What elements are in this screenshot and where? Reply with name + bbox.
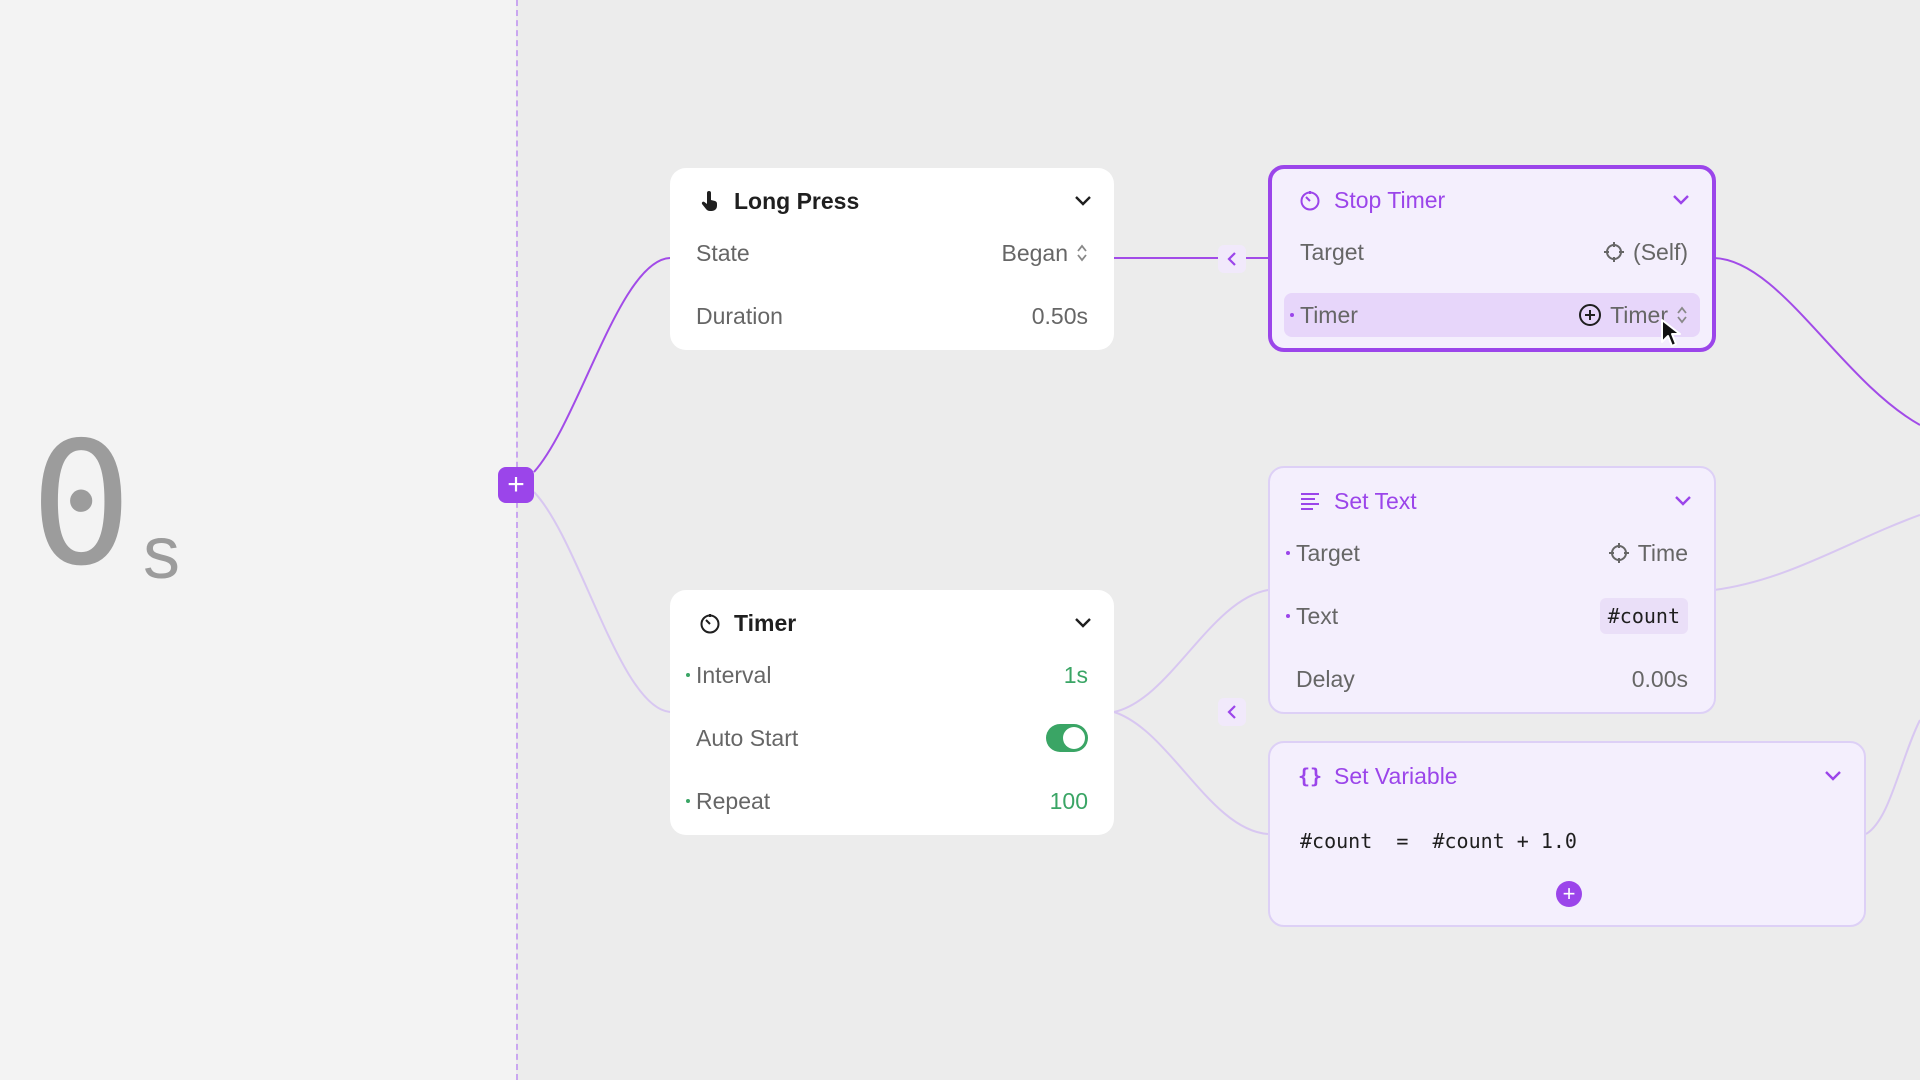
target-label: Target xyxy=(1300,238,1364,265)
text-row[interactable]: Text #count xyxy=(1286,596,1688,636)
wire-stoptimer-exit xyxy=(1713,257,1920,426)
set-text-node[interactable]: Set Text Target Time Text #count Delay 0… xyxy=(1268,466,1716,714)
mouse-cursor-icon xyxy=(1661,319,1681,347)
chevron-down-icon[interactable] xyxy=(1072,190,1094,212)
target-row[interactable]: Target (Self) xyxy=(1300,232,1688,272)
state-row[interactable]: State Began xyxy=(696,233,1088,273)
duration-row[interactable]: Duration 0.50s xyxy=(696,296,1088,336)
plus-circle-icon xyxy=(1579,304,1602,326)
node-header: Timer xyxy=(696,608,1094,638)
wire-trigger-timer xyxy=(533,491,671,713)
target-value-wrap[interactable]: (Self) xyxy=(1603,239,1688,266)
repeat-value[interactable]: 100 xyxy=(1050,788,1088,815)
target-label: Target xyxy=(1296,539,1360,566)
auto-start-toggle-wrap xyxy=(1046,724,1088,752)
chevron-left-icon xyxy=(1227,705,1236,719)
target-value: (Self) xyxy=(1633,238,1688,265)
target-value-wrap[interactable]: Time xyxy=(1608,540,1688,567)
chevron-down-icon[interactable] xyxy=(1822,765,1844,787)
chevron-left-icon xyxy=(1227,252,1236,266)
repeat-label: Repeat xyxy=(696,787,771,814)
bound-dot xyxy=(1290,313,1294,317)
bound-dot xyxy=(686,799,690,803)
crosshair-icon xyxy=(1608,543,1629,563)
bound-dot xyxy=(1286,614,1290,618)
stepper-arrows-icon xyxy=(1077,244,1087,262)
delay-value[interactable]: 0.00s xyxy=(1632,666,1688,693)
node-title: Long Press xyxy=(734,187,860,214)
text-value-wrap: #count xyxy=(1599,598,1688,634)
auto-start-toggle[interactable] xyxy=(1046,724,1088,752)
stop-timer-node[interactable]: Stop Timer Target (Self) Timer Timer xyxy=(1268,165,1716,352)
repeat-row[interactable]: Repeat 100 xyxy=(686,781,1088,821)
text-lines-icon xyxy=(1296,487,1324,515)
node-title: Timer xyxy=(734,609,797,636)
timer-icon xyxy=(1296,186,1324,214)
assignment-expression[interactable]: #count = #count + 1.0 xyxy=(1300,829,1577,853)
set-variable-node[interactable]: {} Set Variable #count = #count + 1.0 + xyxy=(1268,741,1866,927)
wire-timer-setvariable xyxy=(1113,711,1269,835)
node-title: Set Variable xyxy=(1334,762,1458,789)
target-row[interactable]: Target Time xyxy=(1286,533,1688,573)
node-header: Stop Timer xyxy=(1296,185,1692,215)
duration-value[interactable]: 0.50s xyxy=(1032,303,1088,330)
state-label: State xyxy=(696,239,750,266)
crosshair-icon xyxy=(1604,242,1625,262)
node-title: Stop Timer xyxy=(1334,186,1446,213)
timer-node[interactable]: Timer Interval 1s Auto Start Repeat 100 xyxy=(670,590,1114,835)
node-title: Set Text xyxy=(1334,487,1417,514)
timer-row[interactable]: Timer Timer xyxy=(1290,295,1688,335)
add-assignment-button[interactable]: + xyxy=(1556,881,1582,907)
wire-timer-settext xyxy=(1113,589,1269,713)
collapse-left-button[interactable] xyxy=(1218,698,1246,726)
interval-value[interactable]: 1s xyxy=(1064,662,1088,689)
state-select[interactable]: Began xyxy=(1001,240,1088,267)
collapse-left-button[interactable] xyxy=(1218,245,1246,273)
add-trigger-button[interactable]: + xyxy=(498,467,534,503)
wire-trigger-longpress xyxy=(533,257,671,473)
braces-icon: {} xyxy=(1297,764,1323,788)
auto-start-label: Auto Start xyxy=(696,724,799,751)
interval-row[interactable]: Interval 1s xyxy=(686,655,1088,695)
text-label: Text xyxy=(1296,602,1339,629)
node-header: Long Press xyxy=(696,186,1094,216)
delay-label: Delay xyxy=(1296,665,1355,692)
timer-icon xyxy=(696,609,724,637)
long-press-node[interactable]: Long Press State Began Duration 0.50s xyxy=(670,168,1114,350)
wire-setvariable-exit xyxy=(1865,719,1920,835)
chevron-down-icon[interactable] xyxy=(1672,490,1694,512)
bound-dot xyxy=(686,673,690,677)
chevron-down-icon[interactable] xyxy=(1072,612,1094,634)
chevron-down-icon[interactable] xyxy=(1670,189,1692,211)
state-value: Began xyxy=(1001,239,1068,266)
target-value: Time xyxy=(1637,539,1688,566)
duration-label: Duration xyxy=(696,302,783,329)
bound-dot xyxy=(1286,551,1290,555)
node-header: Set Text xyxy=(1296,486,1694,516)
delay-row[interactable]: Delay 0.00s xyxy=(1296,659,1688,699)
node-header: {} Set Variable xyxy=(1296,761,1844,791)
hand-tap-icon xyxy=(696,187,724,215)
interval-label: Interval xyxy=(696,661,772,688)
variable-chip[interactable]: #count xyxy=(1599,598,1688,634)
timer-label: Timer xyxy=(1300,301,1358,328)
wire-settext-exit xyxy=(1713,514,1920,591)
auto-start-row[interactable]: Auto Start xyxy=(696,718,1088,758)
